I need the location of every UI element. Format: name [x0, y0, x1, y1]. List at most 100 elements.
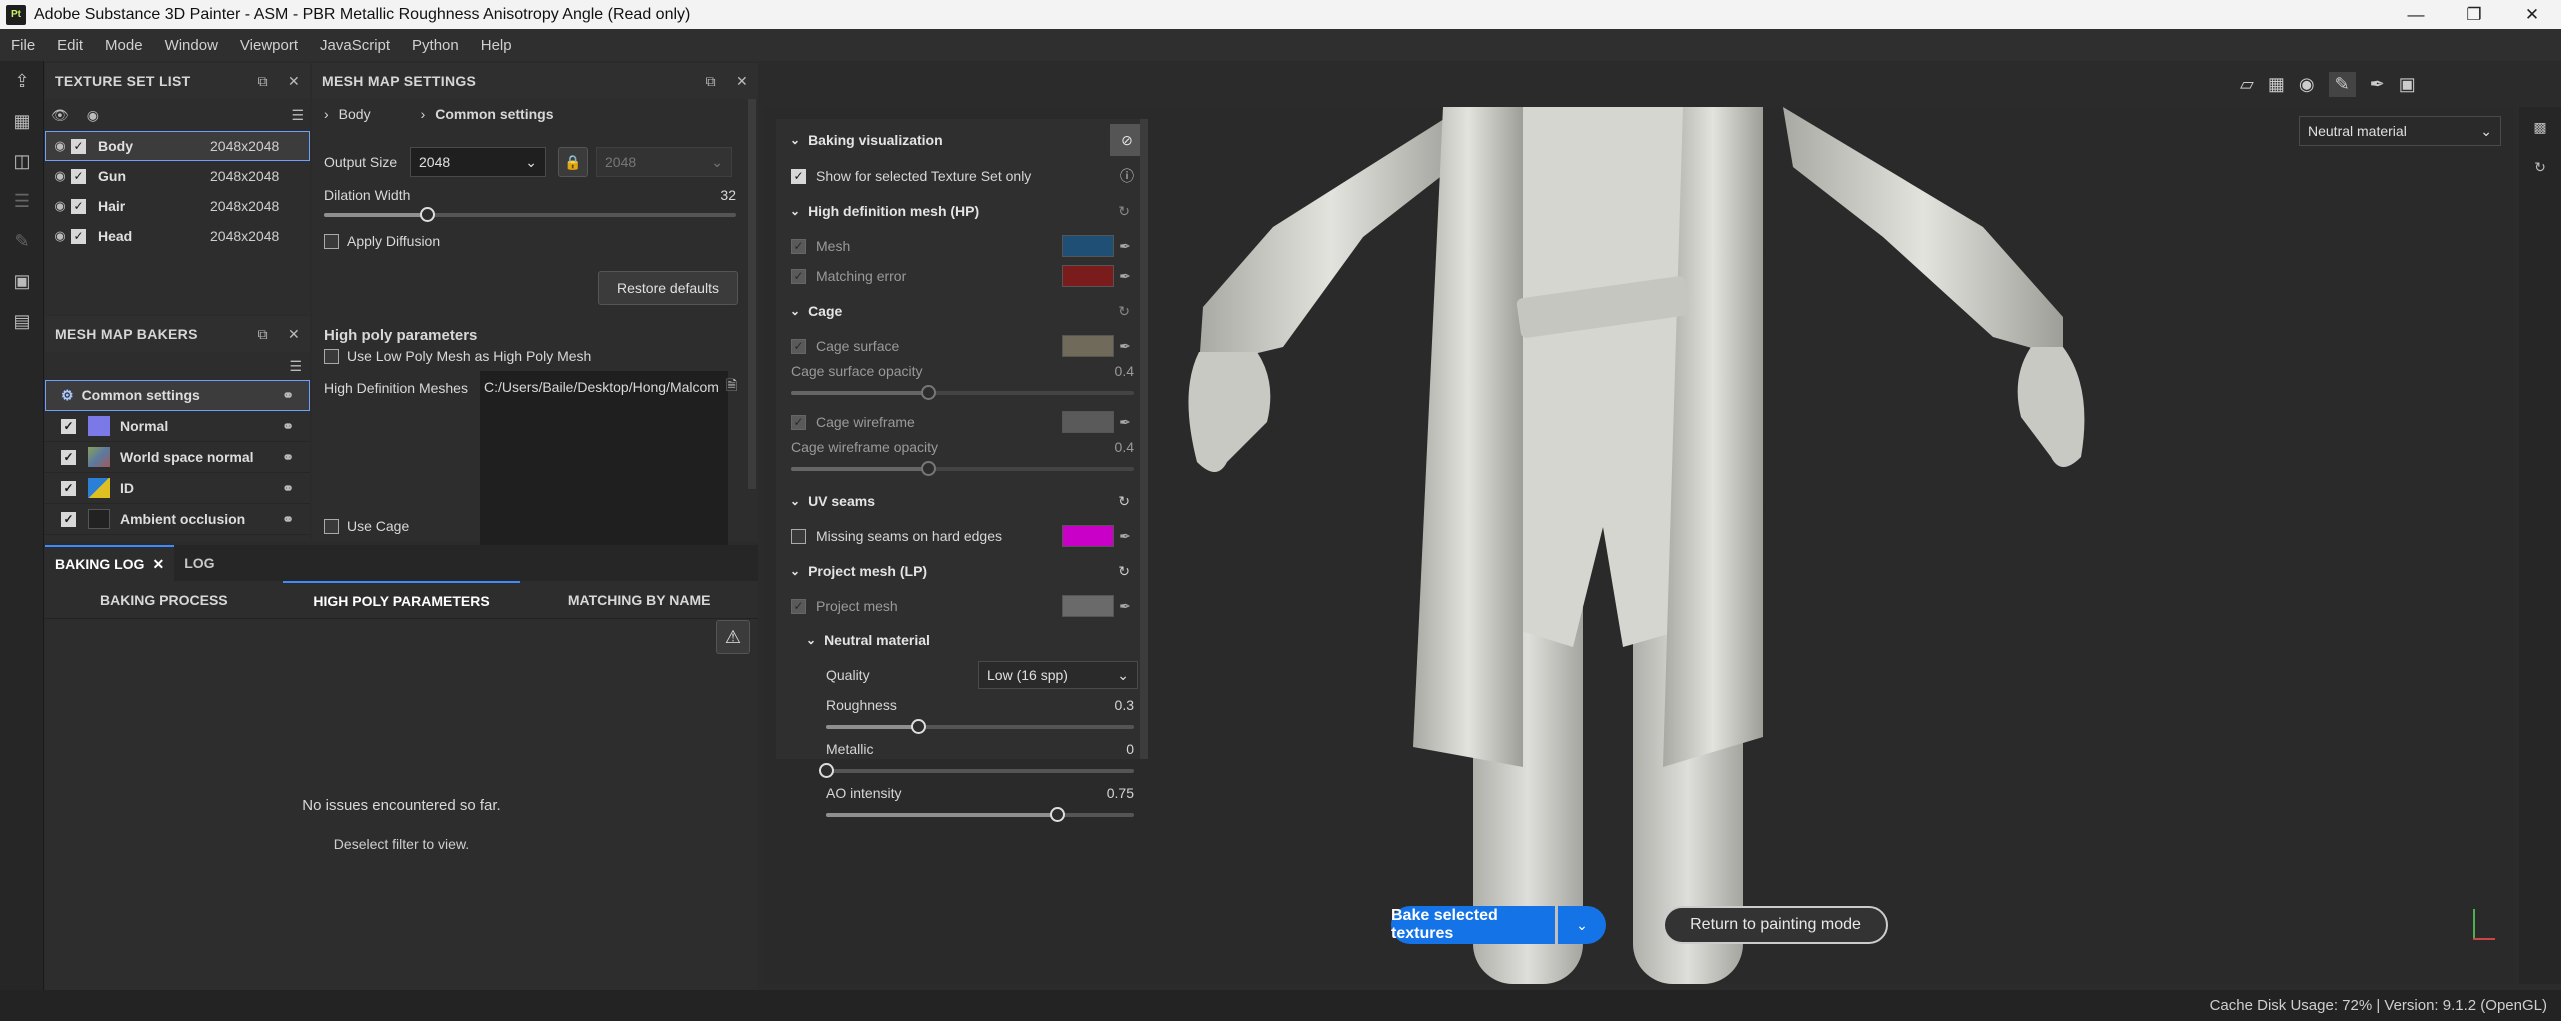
chevron-down-icon[interactable]: ⌄	[790, 564, 800, 578]
undock-icon[interactable]: ⧉	[258, 73, 268, 90]
close-window-button[interactable]: ✕	[2503, 0, 2561, 29]
eyedropper-icon[interactable]: ✒	[1114, 598, 1136, 615]
chevron-down-icon[interactable]: ⌄	[790, 304, 800, 318]
breadcrumb-common-settings[interactable]: Common settings	[435, 106, 553, 122]
restore-defaults-button[interactable]: Restore defaults	[598, 271, 738, 305]
eye-icon[interactable]: ◉	[49, 168, 71, 184]
close-panel-icon[interactable]: ✕	[288, 326, 300, 343]
uv-icon[interactable]: ◫	[0, 141, 44, 181]
close-icon[interactable]: ✕	[152, 556, 164, 573]
apply-diffusion-checkbox[interactable]	[324, 233, 339, 249]
maximize-button[interactable]: ❐	[2445, 0, 2503, 29]
missing-seams-checkbox[interactable]	[791, 528, 806, 544]
matching-error-color-swatch[interactable]	[1062, 265, 1114, 287]
tab-matching-by-name[interactable]: MATCHING BY NAME	[520, 592, 758, 608]
eye-icon[interactable]: ◉	[49, 228, 71, 244]
screenshot-icon[interactable]: ▣	[2399, 74, 2416, 95]
menu-mode[interactable]: Mode	[94, 37, 154, 54]
show-selected-checkbox[interactable]: ✓	[791, 168, 806, 184]
close-panel-icon[interactable]: ✕	[736, 73, 748, 90]
output-size-select[interactable]: 2048 ⌄	[410, 147, 546, 177]
camera-icon[interactable]: ◉	[2299, 74, 2315, 95]
link-icon[interactable]: ⚭	[282, 511, 294, 528]
selection-icon[interactable]: ▱	[2240, 74, 2254, 95]
vertical-scrollbar[interactable]	[1140, 119, 1148, 759]
mesh-color-swatch[interactable]	[1062, 235, 1114, 257]
brush-icon[interactable]: ✎	[0, 221, 44, 261]
tab-log[interactable]: LOG	[174, 545, 224, 581]
menu-edit[interactable]: Edit	[46, 37, 94, 54]
cage-wireframe-checkbox[interactable]: ✓	[791, 414, 806, 430]
texture-set-row[interactable]: ◉ ✓ Body 2048x2048	[45, 131, 310, 161]
vertical-scrollbar[interactable]	[748, 99, 756, 489]
tab-baking-log[interactable]: BAKING LOG ✕	[45, 545, 175, 581]
menu-file[interactable]: File	[0, 37, 46, 54]
link-icon[interactable]: ⚭	[282, 480, 294, 497]
ao-intensity-slider[interactable]	[826, 807, 1134, 822]
eye-icon[interactable]: ◉	[49, 198, 71, 214]
hide-all-icon[interactable]: 👁	[51, 107, 69, 124]
shelf-icon[interactable]: ▤	[0, 301, 44, 341]
texture-set-checkbox[interactable]: ✓	[71, 168, 86, 184]
chevron-down-icon[interactable]: ⌄	[806, 633, 816, 647]
baker-checkbox[interactable]: ✓	[61, 480, 76, 496]
baker-checkbox[interactable]: ✓	[61, 418, 76, 434]
menu-viewport[interactable]: Viewport	[229, 37, 309, 54]
project-mesh-color-swatch[interactable]	[1062, 595, 1114, 617]
project-mesh-checkbox[interactable]: ✓	[791, 598, 806, 614]
mesh-checkbox[interactable]: ✓	[791, 238, 806, 254]
close-panel-icon[interactable]: ✕	[288, 73, 300, 90]
chevron-down-icon[interactable]: ⌄	[790, 133, 800, 147]
export-icon[interactable]: ⇪	[0, 61, 44, 101]
brush-icon[interactable]: ✒	[2370, 74, 2385, 95]
hd-meshes-list[interactable]: C:/Users/Baile/Desktop/Hong/Malcom	[480, 371, 728, 567]
eye-icon[interactable]: ◉	[49, 138, 71, 154]
texture-set-row[interactable]: ◉ ✓ Hair 2048x2048	[45, 191, 310, 221]
baker-row[interactable]: ✓ World space normal ⚭	[45, 442, 310, 473]
texture-set-row[interactable]: ◉ ✓ Gun 2048x2048	[45, 161, 310, 191]
warning-filter-icon[interactable]: ⚠	[716, 620, 750, 654]
tab-high-poly-parameters[interactable]: HIGH POLY PARAMETERS	[282, 580, 521, 619]
reset-icon[interactable]: ↻	[1118, 563, 1130, 580]
cube-icon[interactable]: ▦	[2268, 74, 2285, 95]
eyedropper-icon[interactable]: ✒	[1114, 414, 1136, 431]
chevron-down-icon[interactable]: ⌄	[790, 494, 800, 508]
return-to-painting-button[interactable]: Return to painting mode	[1663, 906, 1888, 944]
cage-wireframe-color-swatch[interactable]	[1062, 411, 1114, 433]
baker-row[interactable]: ✓ Normal ⚭	[45, 411, 310, 442]
bake-options-dropdown[interactable]: ⌄	[1558, 906, 1606, 944]
undock-icon[interactable]: ⧉	[706, 73, 716, 90]
cage-wireframe-opacity-slider[interactable]	[791, 461, 1134, 476]
history-icon[interactable]: ↻	[2519, 147, 2561, 187]
settings-menu-icon[interactable]: ☰	[291, 107, 304, 124]
bake-icon[interactable]: ▦	[0, 101, 44, 141]
file-icon[interactable]: 🗎	[726, 375, 737, 399]
roughness-slider[interactable]	[826, 719, 1134, 734]
use-low-poly-checkbox[interactable]	[324, 348, 339, 364]
menu-javascript[interactable]: JavaScript	[309, 37, 401, 54]
texture-set-checkbox[interactable]: ✓	[71, 138, 86, 154]
baker-checkbox[interactable]: ✓	[61, 449, 76, 465]
material-select[interactable]: Neutral material ⌄	[2299, 116, 2501, 146]
tab-baking-process[interactable]: BAKING PROCESS	[45, 592, 283, 608]
quality-select[interactable]: Low (16 spp) ⌄	[978, 661, 1138, 689]
minimize-button[interactable]: —	[2387, 0, 2445, 29]
texture-set-checkbox[interactable]: ✓	[71, 198, 86, 214]
baker-row[interactable]: ✓ Ambient occlusion ⚭	[45, 504, 310, 535]
visibility-toggle-icon[interactable]: ⊘	[1110, 124, 1144, 156]
uv-seams-color-swatch[interactable]	[1062, 525, 1114, 547]
menu-python[interactable]: Python	[401, 37, 470, 54]
metallic-slider[interactable]	[819, 763, 1134, 778]
texture-set-checkbox[interactable]: ✓	[71, 228, 86, 244]
dilation-slider[interactable]	[324, 207, 736, 222]
eyedropper-icon[interactable]: ✒	[1114, 268, 1136, 285]
settings-menu-icon[interactable]: ☰	[289, 358, 302, 375]
lock-icon[interactable]: 🔒	[558, 147, 588, 177]
cage-surface-color-swatch[interactable]	[1062, 335, 1114, 357]
link-icon[interactable]: ⚭	[282, 449, 294, 466]
texture-set-row[interactable]: ◉ ✓ Head 2048x2048	[45, 221, 310, 251]
eyedropper-icon[interactable]: ✒	[1114, 338, 1136, 355]
matching-error-checkbox[interactable]: ✓	[791, 268, 806, 284]
link-icon[interactable]: ⚭	[282, 418, 294, 435]
use-cage-checkbox[interactable]	[324, 518, 339, 534]
